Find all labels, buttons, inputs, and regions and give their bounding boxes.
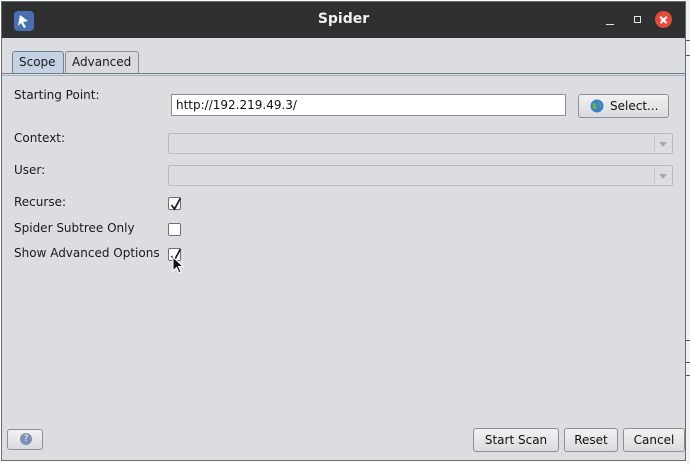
checkmark-icon	[170, 197, 182, 211]
globe-icon	[590, 99, 604, 113]
recurse-checkbox[interactable]	[168, 197, 182, 211]
start-scan-button[interactable]: Start Scan	[473, 428, 559, 452]
mouse-cursor-icon	[172, 256, 184, 274]
show-advanced-label: Show Advanced Options	[14, 246, 160, 260]
user-label: User:	[14, 163, 46, 177]
chevron-down-icon	[659, 142, 667, 147]
select-button[interactable]: Select...	[578, 94, 669, 118]
spider-dialog: Spider Scope Advanced Starting Point: Se…	[1, 1, 686, 461]
tab-divider-shadow	[2, 75, 685, 76]
select-button-label: Select...	[610, 99, 659, 113]
tab-scope[interactable]: Scope	[12, 51, 64, 73]
starting-point-input[interactable]	[171, 94, 566, 116]
subtree-only-checkbox[interactable]	[168, 223, 181, 236]
help-icon: ?	[20, 433, 32, 445]
maximize-icon[interactable]	[629, 11, 647, 29]
context-label: Context:	[14, 131, 66, 145]
window-title: Spider	[317, 11, 370, 27]
recurse-label: Recurse:	[14, 195, 66, 209]
background-window-edge	[686, 0, 690, 465]
cancel-button[interactable]: Cancel	[623, 428, 685, 452]
user-select[interactable]	[168, 165, 673, 186]
close-icon[interactable]	[655, 11, 672, 28]
title-bar[interactable]: Spider	[2, 2, 685, 38]
chevron-down-icon	[659, 174, 667, 179]
minimize-icon[interactable]	[601, 11, 619, 29]
tab-advanced[interactable]: Advanced	[65, 51, 139, 73]
reset-button[interactable]: Reset	[564, 428, 618, 452]
tab-divider	[2, 73, 685, 74]
help-button[interactable]: ?	[7, 429, 43, 450]
starting-point-label: Starting Point:	[14, 88, 100, 102]
subtree-only-label: Spider Subtree Only	[14, 221, 135, 235]
context-select[interactable]	[168, 133, 673, 154]
